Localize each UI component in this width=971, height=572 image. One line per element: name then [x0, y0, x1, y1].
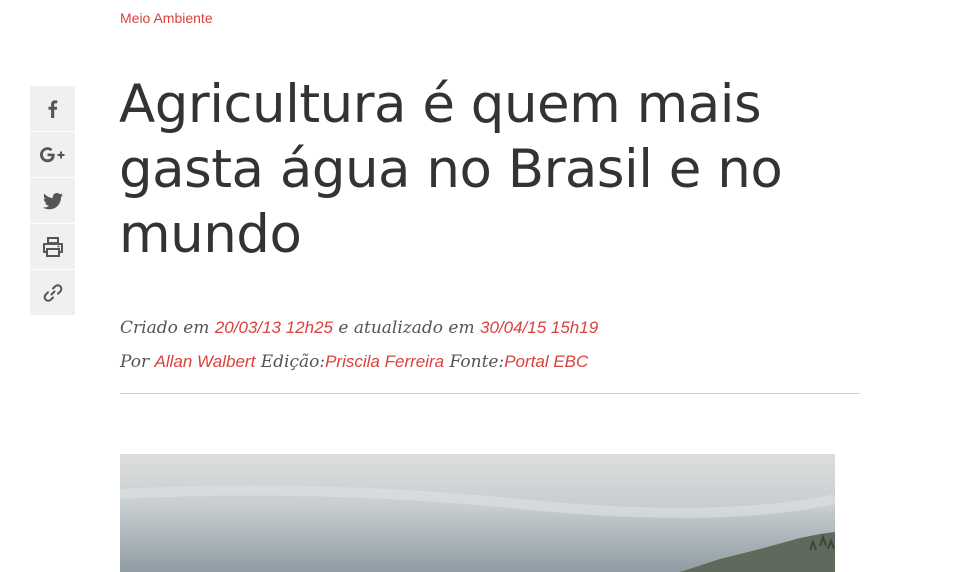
- created-date[interactable]: 20/03/13 12h25: [215, 318, 333, 337]
- share-sidebar: [30, 86, 75, 316]
- print-icon: [42, 236, 63, 257]
- source-link[interactable]: Portal EBC: [504, 352, 588, 371]
- link-icon: [43, 283, 62, 302]
- facebook-share-button[interactable]: [30, 86, 75, 131]
- category-link[interactable]: Meio Ambiente: [120, 10, 213, 26]
- article-hero-image: [120, 454, 835, 572]
- copy-link-button[interactable]: [30, 270, 75, 315]
- meta-divider: [120, 393, 860, 394]
- author-label: Por: [120, 352, 150, 372]
- source-label: Fonte:: [449, 352, 505, 372]
- article-meta: Criado em 20/03/13 12h25 e atualizado em…: [120, 311, 860, 379]
- created-label: Criado em: [120, 318, 210, 338]
- twitter-share-button[interactable]: [30, 178, 75, 223]
- facebook-icon: [48, 99, 57, 118]
- edition-label: Edição:: [260, 352, 326, 372]
- article-dates: Criado em 20/03/13 12h25 e atualizado em…: [120, 311, 860, 345]
- google-plus-share-button[interactable]: [30, 132, 75, 177]
- article-title: Agricultura é quem mais gasta água no Br…: [119, 74, 783, 265]
- google-plus-icon: [39, 146, 64, 162]
- twitter-icon: [42, 192, 63, 209]
- editor-link[interactable]: Priscila Ferreira: [325, 352, 444, 371]
- print-button[interactable]: [30, 224, 75, 269]
- author-link[interactable]: Allan Walbert: [155, 352, 256, 371]
- article-credits: Por Allan Walbert Edição:Priscila Ferrei…: [120, 345, 860, 379]
- updated-label: e atualizado em: [338, 318, 475, 338]
- updated-date[interactable]: 30/04/15 15h19: [480, 318, 598, 337]
